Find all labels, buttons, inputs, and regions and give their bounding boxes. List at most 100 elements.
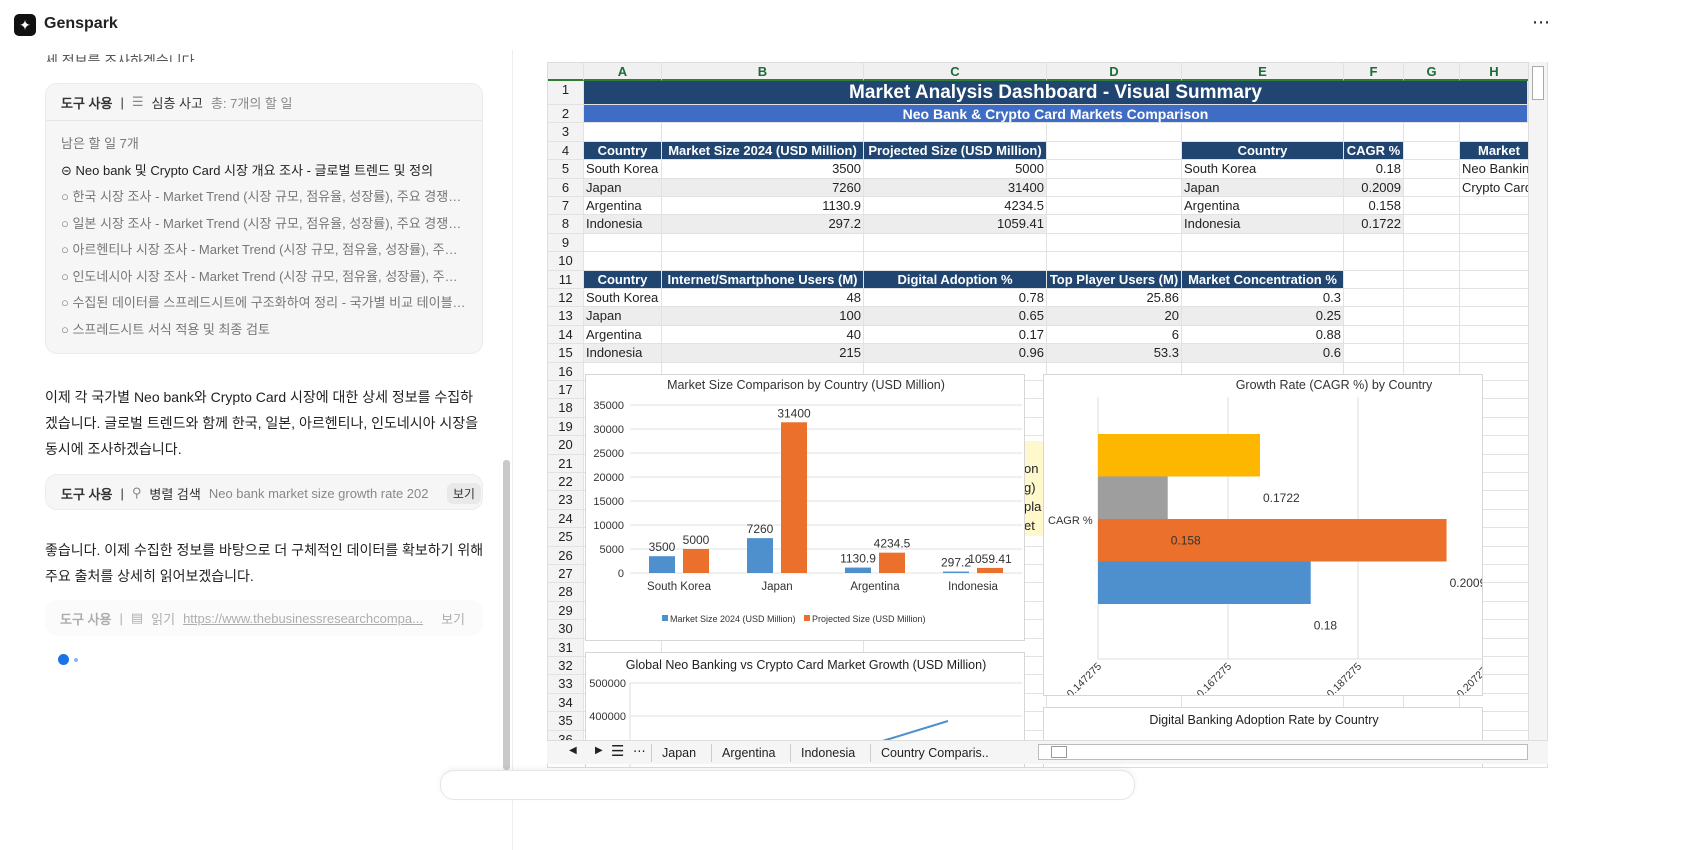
- cell[interactable]: [1404, 123, 1460, 142]
- dashboard-title[interactable]: Market Analysis Dashboard - Visual Summa…: [584, 81, 1528, 105]
- prev-sheet-icon[interactable]: ◀: [569, 745, 577, 756]
- cell[interactable]: [1344, 307, 1404, 326]
- cell[interactable]: [1460, 252, 1529, 271]
- cell[interactable]: [1182, 233, 1344, 253]
- cell[interactable]: [1460, 233, 1529, 253]
- row-header[interactable]: 4: [548, 141, 584, 161]
- chat-scrollbar[interactable]: [503, 460, 510, 770]
- row-header[interactable]: 29: [548, 601, 584, 621]
- cell[interactable]: Digital Adoption %: [864, 270, 1047, 289]
- row-header[interactable]: 17: [548, 381, 584, 400]
- column-header[interactable]: A: [584, 63, 662, 81]
- cell[interactable]: 1059.41: [864, 215, 1047, 234]
- view-button[interactable]: 보기: [441, 609, 465, 628]
- vertical-scrollbar[interactable]: [1528, 62, 1547, 740]
- cell[interactable]: CAGR %: [1344, 141, 1404, 161]
- cell[interactable]: [1182, 252, 1344, 271]
- row-header[interactable]: 34: [548, 693, 584, 713]
- cell[interactable]: [1047, 233, 1182, 253]
- cell[interactable]: Argentina: [1182, 197, 1344, 216]
- cell[interactable]: Market Concentration %: [1182, 270, 1344, 289]
- cell[interactable]: [1047, 197, 1182, 216]
- row-header[interactable]: 33: [548, 675, 584, 694]
- cell[interactable]: Argentina: [584, 325, 662, 345]
- cell[interactable]: Projected Size (USD Million): [864, 141, 1047, 161]
- cell[interactable]: 0.78: [864, 289, 1047, 308]
- cell[interactable]: 6: [1047, 325, 1182, 345]
- cell[interactable]: [1047, 178, 1182, 197]
- cell[interactable]: [584, 233, 662, 253]
- cell[interactable]: Country: [584, 270, 662, 289]
- next-sheet-icon[interactable]: ▶: [595, 745, 603, 756]
- row-header[interactable]: 6: [548, 178, 584, 197]
- cell[interactable]: 0.3: [1182, 289, 1344, 308]
- cell[interactable]: South Korea: [1182, 160, 1344, 179]
- cell[interactable]: 1130.9: [662, 197, 864, 216]
- row-header[interactable]: 15: [548, 344, 584, 363]
- cell[interactable]: 100: [662, 307, 864, 326]
- cell[interactable]: [1404, 215, 1460, 234]
- dashboard-subtitle[interactable]: Neo Bank & Crypto Card Markets Compariso…: [584, 105, 1528, 124]
- row-header[interactable]: 7: [548, 197, 584, 216]
- row-header[interactable]: 31: [548, 638, 584, 657]
- cell[interactable]: [1404, 289, 1460, 308]
- cell[interactable]: 5000: [864, 160, 1047, 179]
- tab-argentina[interactable]: Argentina: [711, 744, 786, 762]
- sheet-list-icon[interactable]: ☰: [611, 742, 624, 760]
- cell[interactable]: 0.2009: [1344, 178, 1404, 197]
- cell[interactable]: Indonesia: [584, 215, 662, 234]
- cell[interactable]: 0.18: [1344, 160, 1404, 179]
- source-link[interactable]: https://www.thebusinessresearchcompa...: [183, 611, 433, 626]
- cell[interactable]: 0.6: [1182, 344, 1344, 363]
- row-header[interactable]: 16: [548, 362, 584, 381]
- cell[interactable]: [1404, 178, 1460, 197]
- cell[interactable]: [1404, 160, 1460, 179]
- cell[interactable]: [864, 123, 1047, 142]
- cell[interactable]: 20: [1047, 307, 1182, 326]
- cell[interactable]: South Korea: [584, 289, 662, 308]
- cell[interactable]: [1460, 307, 1529, 326]
- cell[interactable]: [1047, 123, 1182, 142]
- cell[interactable]: [864, 252, 1047, 271]
- more-sheets-icon[interactable]: ⋯: [633, 743, 646, 758]
- column-header[interactable]: E: [1182, 63, 1344, 81]
- chart-cagr[interactable]: Growth Rate (CAGR %) by Country 0.147275 0…: [1043, 374, 1483, 696]
- cell[interactable]: 215: [662, 344, 864, 363]
- cell[interactable]: Japan: [1182, 178, 1344, 197]
- chat-input[interactable]: [440, 770, 1135, 800]
- row-header[interactable]: 14: [548, 325, 584, 345]
- row-header[interactable]: 5: [548, 160, 584, 179]
- row-header[interactable]: 26: [548, 546, 584, 565]
- cell[interactable]: 0.17: [864, 325, 1047, 345]
- row-header[interactable]: 20: [548, 436, 584, 455]
- cell[interactable]: [1404, 270, 1460, 289]
- row-header[interactable]: 21: [548, 454, 584, 473]
- cell[interactable]: Market Size 2024 (USD Million): [662, 141, 864, 161]
- cell[interactable]: Japan: [584, 307, 662, 326]
- cell[interactable]: [864, 233, 1047, 253]
- cell[interactable]: 53.3: [1047, 344, 1182, 363]
- row-header[interactable]: 35: [548, 712, 584, 731]
- cell[interactable]: [584, 123, 662, 142]
- tool-read[interactable]: 도구 사용 | ▤ 읽기 https://www.thebusinessresearch…: [45, 600, 483, 636]
- select-all[interactable]: [548, 63, 584, 81]
- cell[interactable]: [1404, 197, 1460, 216]
- column-header[interactable]: G: [1404, 63, 1460, 81]
- cell[interactable]: [662, 233, 864, 253]
- cell[interactable]: Country: [1182, 141, 1344, 161]
- row-header[interactable]: 28: [548, 583, 584, 602]
- tab-japan[interactable]: Japan: [651, 744, 706, 762]
- cell[interactable]: 48: [662, 289, 864, 308]
- cell[interactable]: [1344, 325, 1404, 345]
- cell[interactable]: Internet/Smartphone Users (M): [662, 270, 864, 289]
- cell[interactable]: [1404, 307, 1460, 326]
- row-header[interactable]: 10: [548, 252, 584, 271]
- cell[interactable]: 4234.5: [864, 197, 1047, 216]
- tool-parallel-search[interactable]: 도구 사용 | ⚲ 병렬 검색 Neo bank market size growth …: [45, 474, 483, 510]
- cell[interactable]: [584, 252, 662, 271]
- cell[interactable]: 0.1722: [1344, 215, 1404, 234]
- column-header[interactable]: B: [662, 63, 864, 81]
- cell[interactable]: Crypto Card: [1460, 178, 1529, 197]
- cell[interactable]: [1460, 344, 1529, 363]
- cell[interactable]: 0.96: [864, 344, 1047, 363]
